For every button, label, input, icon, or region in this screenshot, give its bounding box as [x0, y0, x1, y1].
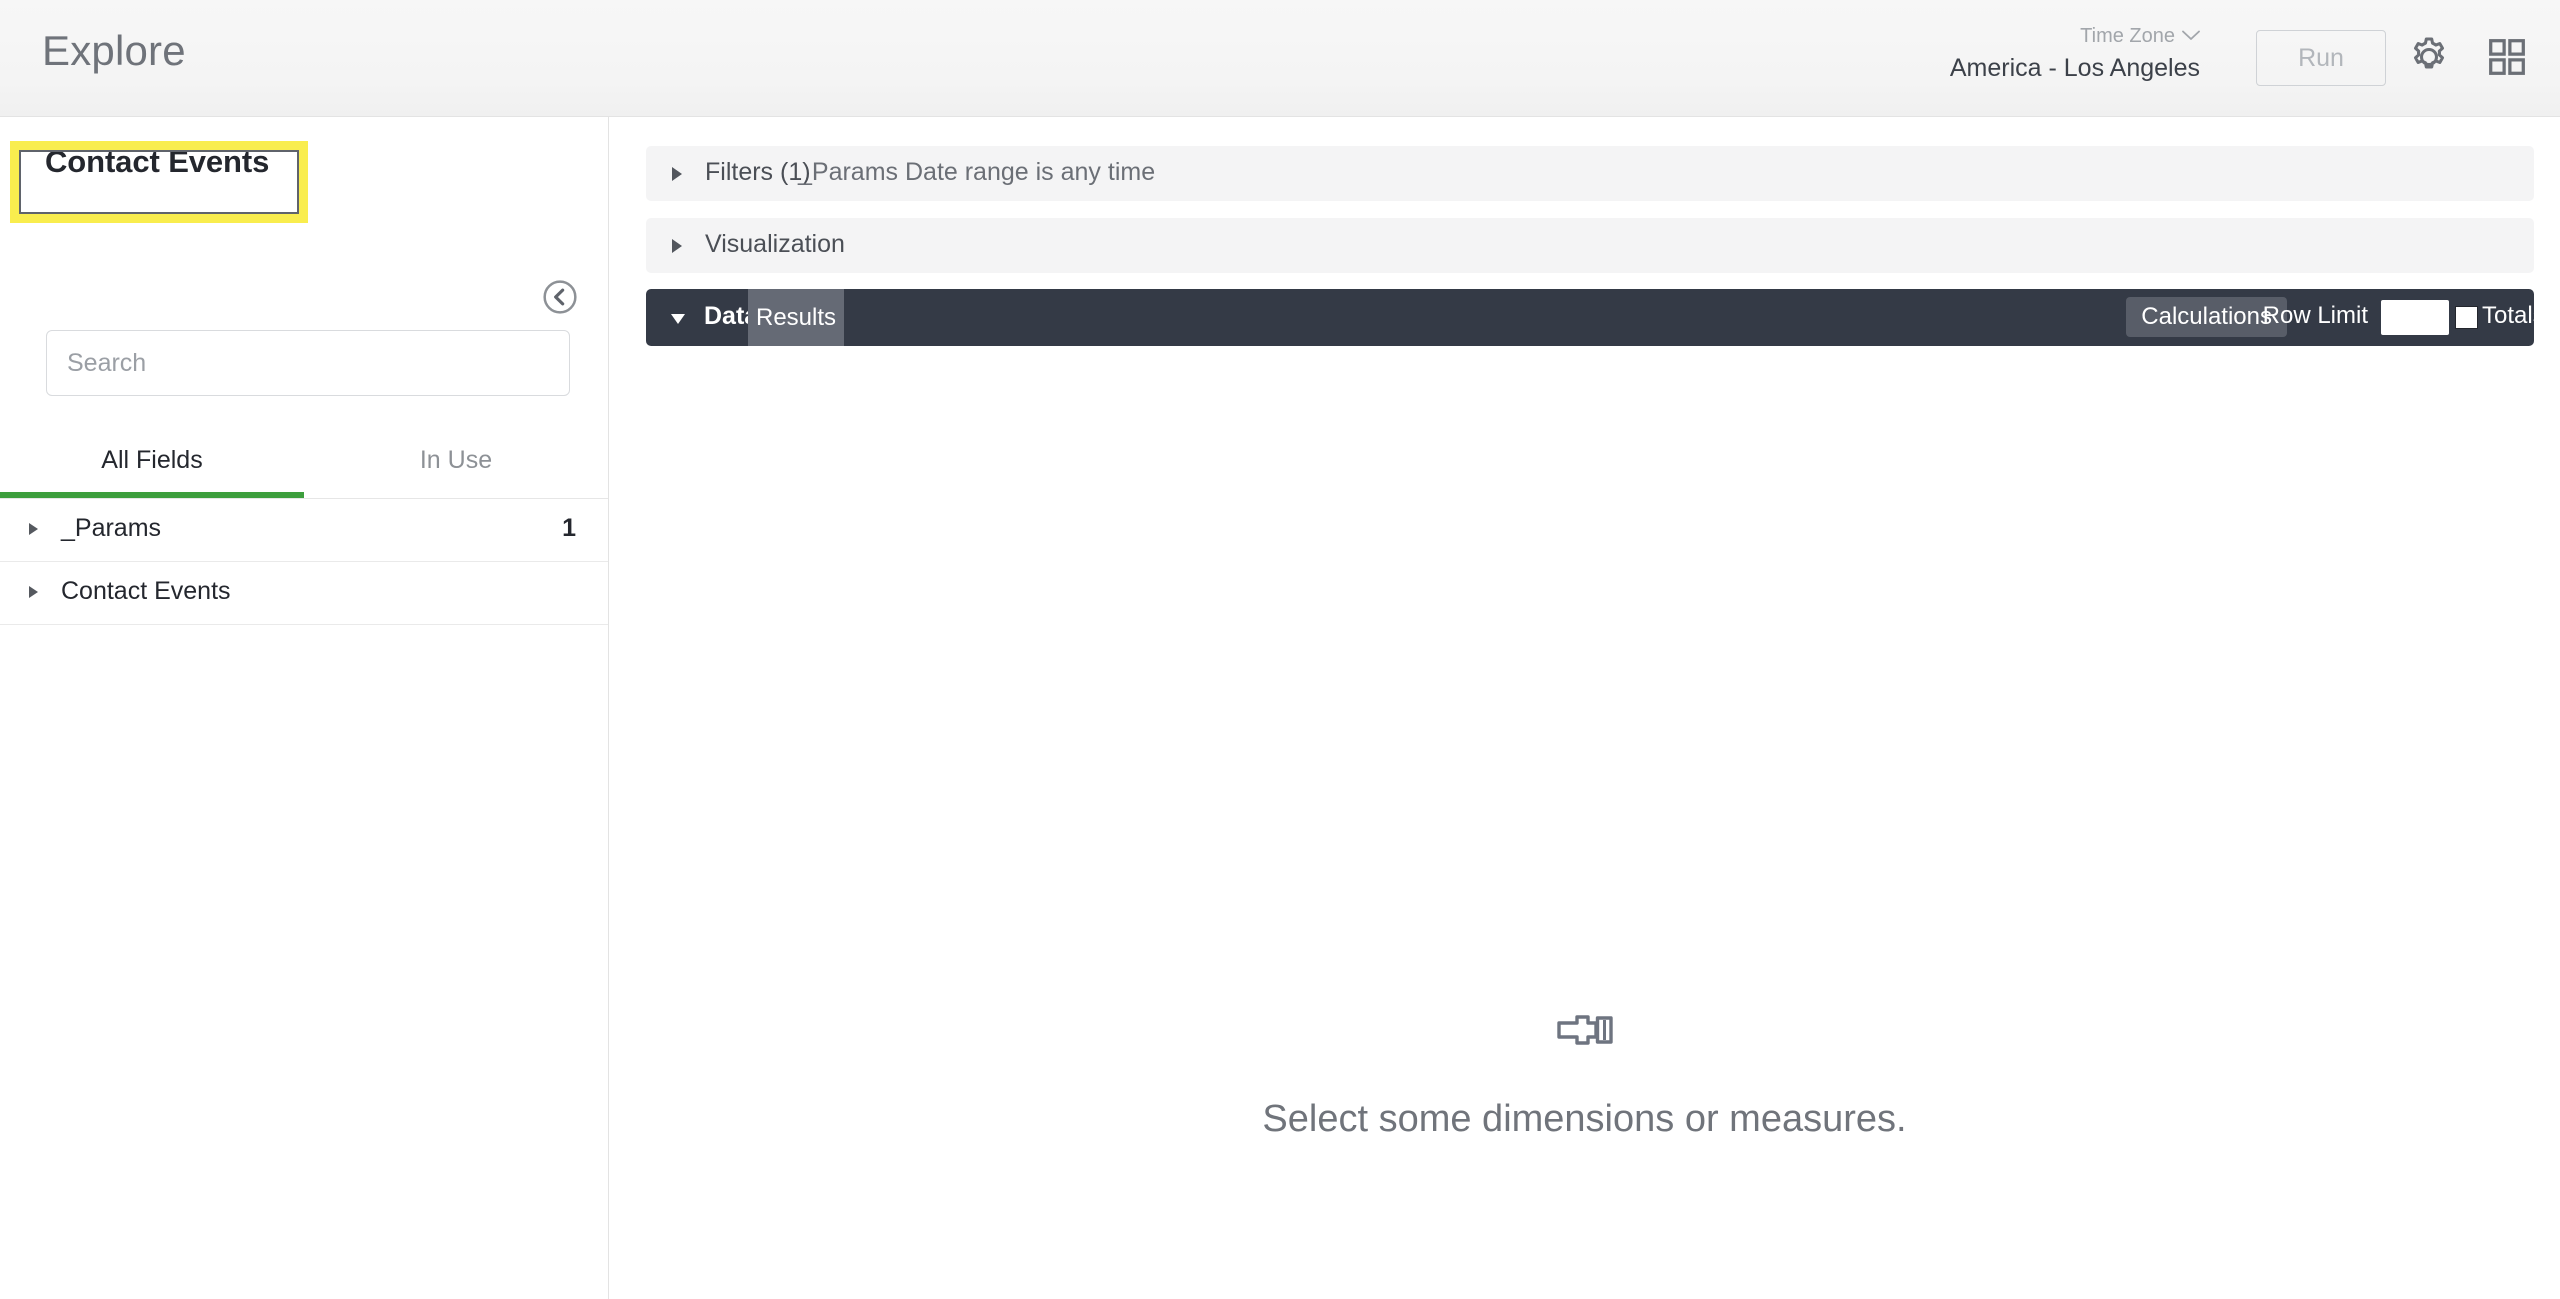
chevron-down-icon[interactable]	[671, 314, 685, 324]
chevron-right-icon	[672, 167, 682, 181]
filters-section-header[interactable]: Filters (1) _Params Date range is any ti…	[646, 146, 2534, 201]
field-group-params[interactable]: _Params 1	[0, 498, 608, 562]
search-input[interactable]	[46, 330, 570, 396]
chevron-right-icon	[672, 239, 682, 253]
gear-icon[interactable]	[2406, 34, 2452, 80]
data-section-toolbar: Data Results Calculations Row Limit Tota…	[646, 289, 2534, 346]
empty-state-message: Select some dimensions or measures.	[1262, 1098, 1907, 1140]
explore-name: Contact Events	[45, 144, 270, 179]
chevron-left-circle-icon[interactable]	[540, 277, 580, 317]
totals-label[interactable]: Totals	[2482, 304, 2534, 328]
field-group-contact-events[interactable]: Contact Events	[0, 561, 608, 625]
filters-title: Filters (1)	[705, 158, 811, 186]
row-limit-input[interactable]	[2381, 300, 2449, 335]
tab-results[interactable]: Results	[748, 289, 844, 346]
timezone-value: America - Los Angeles	[1949, 54, 2200, 82]
row-limit-label: Row Limit	[2262, 302, 2368, 329]
page-title: Explore	[42, 27, 186, 74]
field-tabs: All Fields In Use	[0, 432, 608, 499]
visualization-title: Visualization	[705, 230, 845, 258]
explore-flashlight-icon	[609, 1007, 2560, 1054]
visualization-section-header[interactable]: Visualization	[646, 218, 2534, 273]
field-group-count: 1	[562, 514, 576, 542]
filters-summary: _Params Date range is any time	[798, 158, 1156, 186]
explore-main-panel: Filters (1) _Params Date range is any ti…	[609, 117, 2560, 1299]
sidebar-header: Contact Events	[0, 117, 608, 225]
chevron-down-icon	[2182, 28, 2200, 46]
field-group-label: Contact Events	[61, 577, 231, 605]
field-group-label: _Params	[61, 514, 162, 542]
chevron-right-icon	[29, 523, 38, 535]
top-bar: Explore Time Zone America - Los Angeles …	[0, 0, 2560, 117]
totals-checkbox[interactable]	[2455, 306, 2478, 329]
tab-all-fields[interactable]: All Fields	[0, 432, 304, 498]
empty-state: Select some dimensions or measures.	[609, 1007, 2560, 1138]
tab-in-use[interactable]: In Use	[304, 432, 608, 498]
grid-apps-icon[interactable]	[2484, 34, 2530, 80]
field-browser-sidebar: Contact Events All Fields In Use _Params…	[0, 117, 609, 1299]
chevron-right-icon	[29, 586, 38, 598]
run-button[interactable]: Run	[2256, 30, 2386, 86]
timezone-label: Time Zone	[2080, 25, 2175, 47]
timezone-selector[interactable]: Time Zone America - Los Angeles	[1780, 26, 2200, 81]
